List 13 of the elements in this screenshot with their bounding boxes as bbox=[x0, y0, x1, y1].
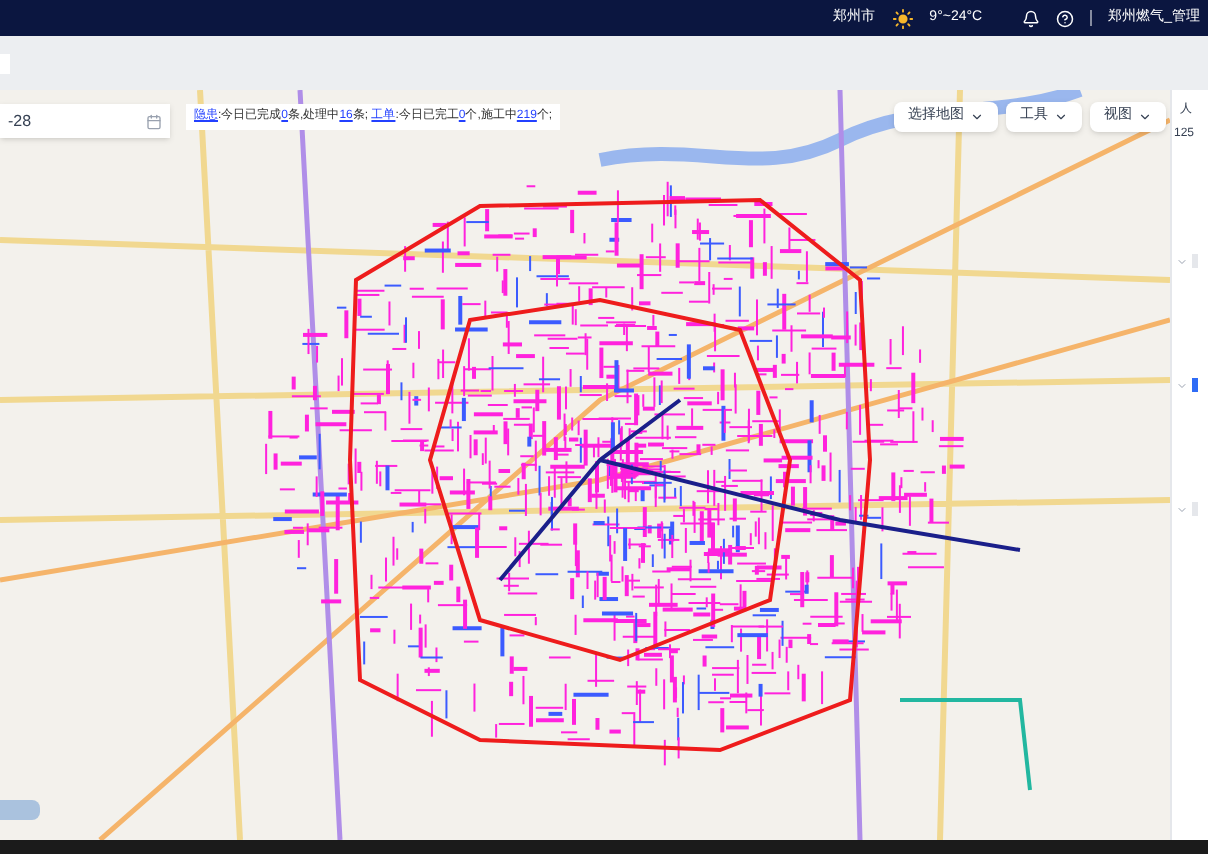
section-marker[interactable] bbox=[1192, 378, 1198, 392]
help-icon[interactable] bbox=[1056, 9, 1075, 27]
chevron-down-icon[interactable] bbox=[1176, 255, 1188, 267]
chevron-down-icon bbox=[1138, 110, 1152, 124]
chevron-down-icon bbox=[1054, 110, 1068, 124]
bell-icon[interactable] bbox=[1022, 9, 1041, 27]
date-field[interactable]: -28 bbox=[0, 104, 170, 138]
calendar-icon bbox=[146, 113, 162, 129]
zoom-control[interactable] bbox=[0, 800, 40, 820]
chevron-down-icon[interactable] bbox=[1176, 503, 1188, 515]
chevron-down-icon[interactable] bbox=[1176, 379, 1188, 391]
sun-icon bbox=[891, 7, 914, 29]
chevron-down-icon bbox=[970, 110, 984, 124]
